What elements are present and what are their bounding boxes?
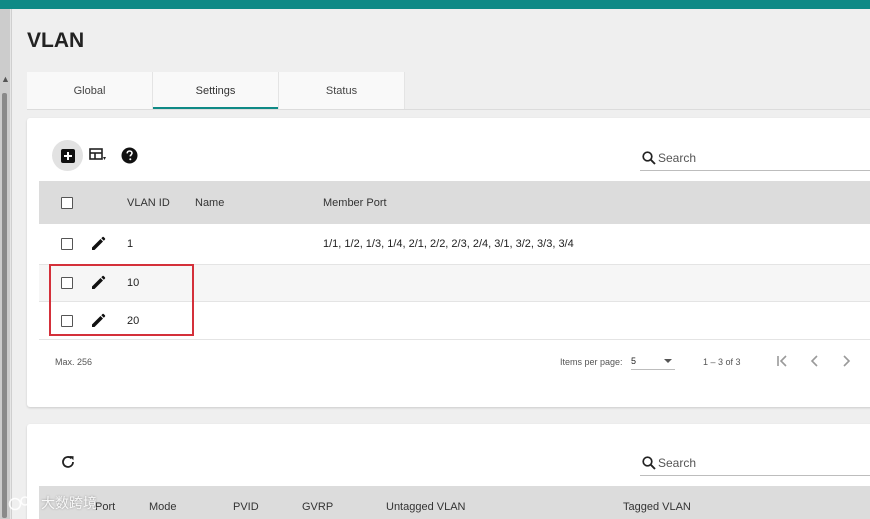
first-page-icon: [777, 355, 787, 367]
watermark: 大数跨境: [8, 493, 97, 513]
items-per-page-label: Items per page:: [560, 357, 623, 367]
header-pvid[interactable]: PVID: [233, 486, 259, 519]
tab-settings[interactable]: Settings: [153, 72, 279, 109]
top-accent-bar: [0, 0, 870, 9]
tab-divider: [27, 109, 870, 110]
chevron-right-icon: [843, 355, 851, 367]
settings-table-header: VLAN ID Name Member Port: [39, 181, 870, 224]
table-row: 1 1/1, 1/2, 1/3, 1/4, 2/1, 2/2, 2/3, 2/4…: [39, 224, 870, 265]
left-scrollbar[interactable]: ▲: [0, 9, 12, 519]
row-checkbox[interactable]: [61, 238, 73, 250]
select-all-checkbox[interactable]: [61, 196, 73, 209]
row-select-cell: [61, 224, 73, 264]
vlan-settings-card: VLAN ID Name Member Port 1 1/1, 1/2, 1/3…: [27, 118, 870, 407]
vlan-id-cell: 1: [127, 238, 134, 250]
scroll-up-arrow-icon[interactable]: ▲: [1, 75, 10, 84]
items-per-page-select[interactable]: 5: [631, 352, 675, 370]
header-member-port[interactable]: Member Port: [323, 181, 387, 224]
status-search[interactable]: [640, 450, 870, 476]
previous-page-button[interactable]: [804, 350, 826, 372]
header-untagged-vlan[interactable]: Untagged VLAN: [386, 486, 466, 519]
settings-search-input[interactable]: [658, 150, 858, 165]
vlan-status-card: Port Mode PVID GVRP Untagged VLAN Tagged…: [27, 424, 870, 519]
search-icon: [642, 455, 656, 470]
next-page-button[interactable]: [835, 350, 857, 372]
status-search-input[interactable]: [658, 455, 858, 470]
refresh-icon: [62, 456, 74, 468]
chevron-left-icon: [810, 355, 818, 367]
status-table-header: Port Mode PVID GVRP Untagged VLAN Tagged…: [39, 486, 870, 519]
table-columns-icon: [89, 148, 106, 160]
header-mode[interactable]: Mode: [149, 486, 177, 519]
max-entries-note: Max. 256: [55, 357, 93, 367]
highlight-annotation-box: [49, 264, 194, 336]
tab-global[interactable]: Global: [27, 72, 153, 109]
header-vlan-id[interactable]: VLAN ID: [127, 181, 170, 224]
header-gvrp[interactable]: GVRP: [302, 486, 333, 519]
page-range: 1 – 3 of 3: [703, 357, 741, 367]
watermark-logo-icon: [8, 496, 37, 511]
help-icon: [121, 147, 137, 163]
tab-bar: Global Settings Status: [27, 72, 405, 109]
add-box-icon: [60, 148, 75, 163]
select-all-cell: [61, 181, 73, 224]
header-name[interactable]: Name: [195, 181, 224, 224]
refresh-button[interactable]: [58, 452, 78, 472]
search-icon: [642, 150, 656, 165]
header-port[interactable]: Port: [95, 486, 115, 519]
column-settings-button[interactable]: [88, 145, 108, 165]
watermark-text: 大数跨境: [41, 495, 97, 511]
add-vlan-button[interactable]: [52, 140, 83, 171]
scrollbar-thumb[interactable]: [2, 93, 7, 518]
help-button[interactable]: [119, 145, 139, 165]
edit-button[interactable]: [89, 224, 107, 264]
member-port-cell: 1/1, 1/2, 1/3, 1/4, 2/1, 2/2, 2/3, 2/4, …: [323, 238, 574, 250]
first-page-button[interactable]: [772, 350, 794, 372]
table-paginator: Max. 256 Items per page: 5 1 – 3 of 3: [27, 339, 870, 384]
tab-status[interactable]: Status: [279, 72, 405, 109]
page-title: VLAN: [27, 29, 85, 52]
items-per-page-value: 5: [631, 355, 637, 366]
edit-pencil-icon: [92, 236, 106, 250]
dropdown-caret-icon: [664, 359, 672, 363]
settings-search[interactable]: [640, 145, 870, 171]
header-tagged-vlan[interactable]: Tagged VLAN: [623, 486, 691, 519]
